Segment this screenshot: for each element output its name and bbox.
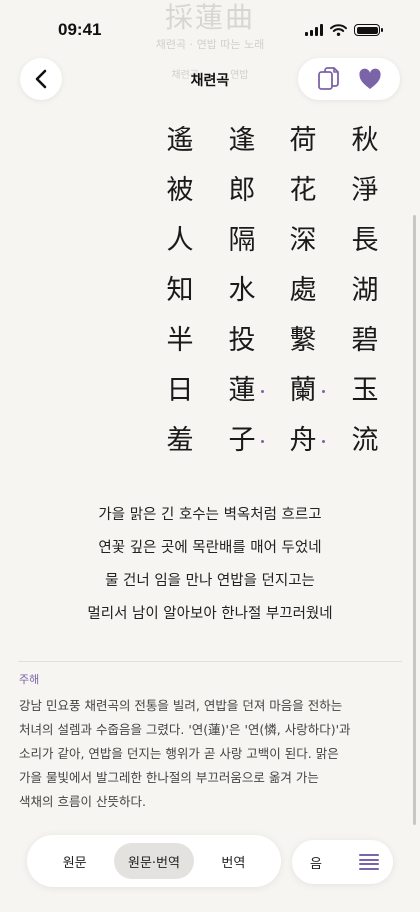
poem-column: 秋 淨 長 湖 碧 玉 流 [345, 118, 385, 468]
poem-char: 蘭 [283, 368, 325, 418]
poem-char: 逢 [228, 125, 256, 156]
audio-button[interactable]: 음 [310, 853, 322, 872]
poem-char: 花 [289, 175, 317, 206]
copy-icon[interactable] [317, 66, 341, 92]
mode-original-button[interactable]: 원문 [35, 843, 114, 879]
notes-line: 가을 물빛에서 발그레한 한나절의 부끄러움으로 옮겨 가는 [19, 770, 319, 785]
translation-line: 물 건너 임을 만나 연밥을 던지고는 [105, 573, 315, 589]
poem-char: 人 [166, 225, 194, 256]
poem-char: 投 [228, 325, 256, 356]
notes-line: 소리가 같아, 연밥을 던지는 행위가 곧 사랑 고백이 된다. 맑은 [19, 746, 339, 761]
poem-char: 流 [351, 425, 379, 456]
translation-line: 가을 맑은 긴 호수는 벽옥처럼 흐르고 [98, 507, 322, 523]
poem-char: 水 [228, 275, 256, 306]
poem-char: 隔 [228, 225, 256, 256]
poem-char: 羞 [166, 425, 194, 456]
poem-char: 日 [166, 375, 194, 406]
annotation-dot[interactable] [261, 390, 264, 393]
heart-icon[interactable] [358, 68, 382, 90]
translation-text: 가을 맑은 긴 호수는 벽옥처럼 흐르고 연꽃 깊은 곳에 목란배를 매어 두었… [0, 499, 420, 631]
poem-char: 處 [289, 275, 317, 306]
mode-translation-button[interactable]: 번역 [194, 843, 273, 879]
poem-char: 深 [289, 225, 317, 256]
poem-char: 秋 [351, 125, 379, 156]
mode-both-button[interactable]: 원문·번역 [114, 843, 194, 879]
annotation-dot[interactable] [261, 440, 264, 443]
poem-text: 秋 淨 長 湖 碧 玉 流 荷 花 深 處 繫 蘭 舟 逢 郎 隔 水 投 蓮 … [0, 118, 420, 468]
poem-char: 湖 [351, 275, 379, 306]
poem-char: 玉 [351, 375, 379, 406]
notes-label: 주해 [19, 673, 40, 686]
action-group [298, 58, 400, 100]
divider [18, 661, 402, 662]
reading-options: 음 [292, 840, 393, 884]
poem-char: 子 [222, 418, 264, 468]
translation-line: 연꽃 깊은 곳에 목란배를 매어 두었네 [98, 540, 322, 556]
poem-char: 碧 [351, 325, 379, 356]
poem-char: 長 [351, 225, 379, 256]
poem-char: 遙 [166, 125, 194, 156]
background-meta: 채련곡 · 연밥 따는 노래 [155, 38, 265, 51]
list-icon[interactable] [359, 854, 379, 870]
poem-char: 郎 [228, 175, 256, 206]
poem-char: 知 [166, 275, 194, 306]
notes-line: 색채의 흐름이 산뜻하다. [19, 794, 146, 809]
annotation-dot[interactable] [322, 390, 325, 393]
poem-char: 蓮 [222, 368, 264, 418]
poem-char: 荷 [289, 125, 317, 156]
poem-char: 繫 [289, 325, 317, 356]
poem-char: 舟 [283, 418, 325, 468]
view-mode-switcher: 원문 원문·번역 번역 [27, 835, 281, 887]
notes-line: 처녀의 설렘과 수줍음을 그렸다. '연(蓮)'은 '연(憐, 사랑하다)'과 [19, 722, 351, 737]
annotation-dot[interactable] [322, 440, 325, 443]
translation-line: 멀리서 남이 알아보아 한나절 부끄러웠네 [87, 606, 333, 622]
background-title: 採蓮曲 [164, 1, 255, 34]
notes-body: 강남 민요풍 채련곡의 전통을 빌려, 연밥을 던져 마음을 전하는 처녀의 설… [19, 694, 403, 814]
poem-char: 被 [166, 175, 194, 206]
poem-column: 荷 花 深 處 繫 蘭 舟 [283, 118, 325, 468]
poem-column: 遙 被 人 知 半 日 羞 [160, 118, 200, 468]
poem-column: 逢 郎 隔 水 投 蓮 子 [222, 118, 264, 468]
notes-line: 강남 민요풍 채련곡의 전통을 빌려, 연밥을 던져 마음을 전하는 [19, 698, 343, 713]
poem-char: 淨 [351, 175, 379, 206]
poem-char: 半 [166, 325, 194, 356]
